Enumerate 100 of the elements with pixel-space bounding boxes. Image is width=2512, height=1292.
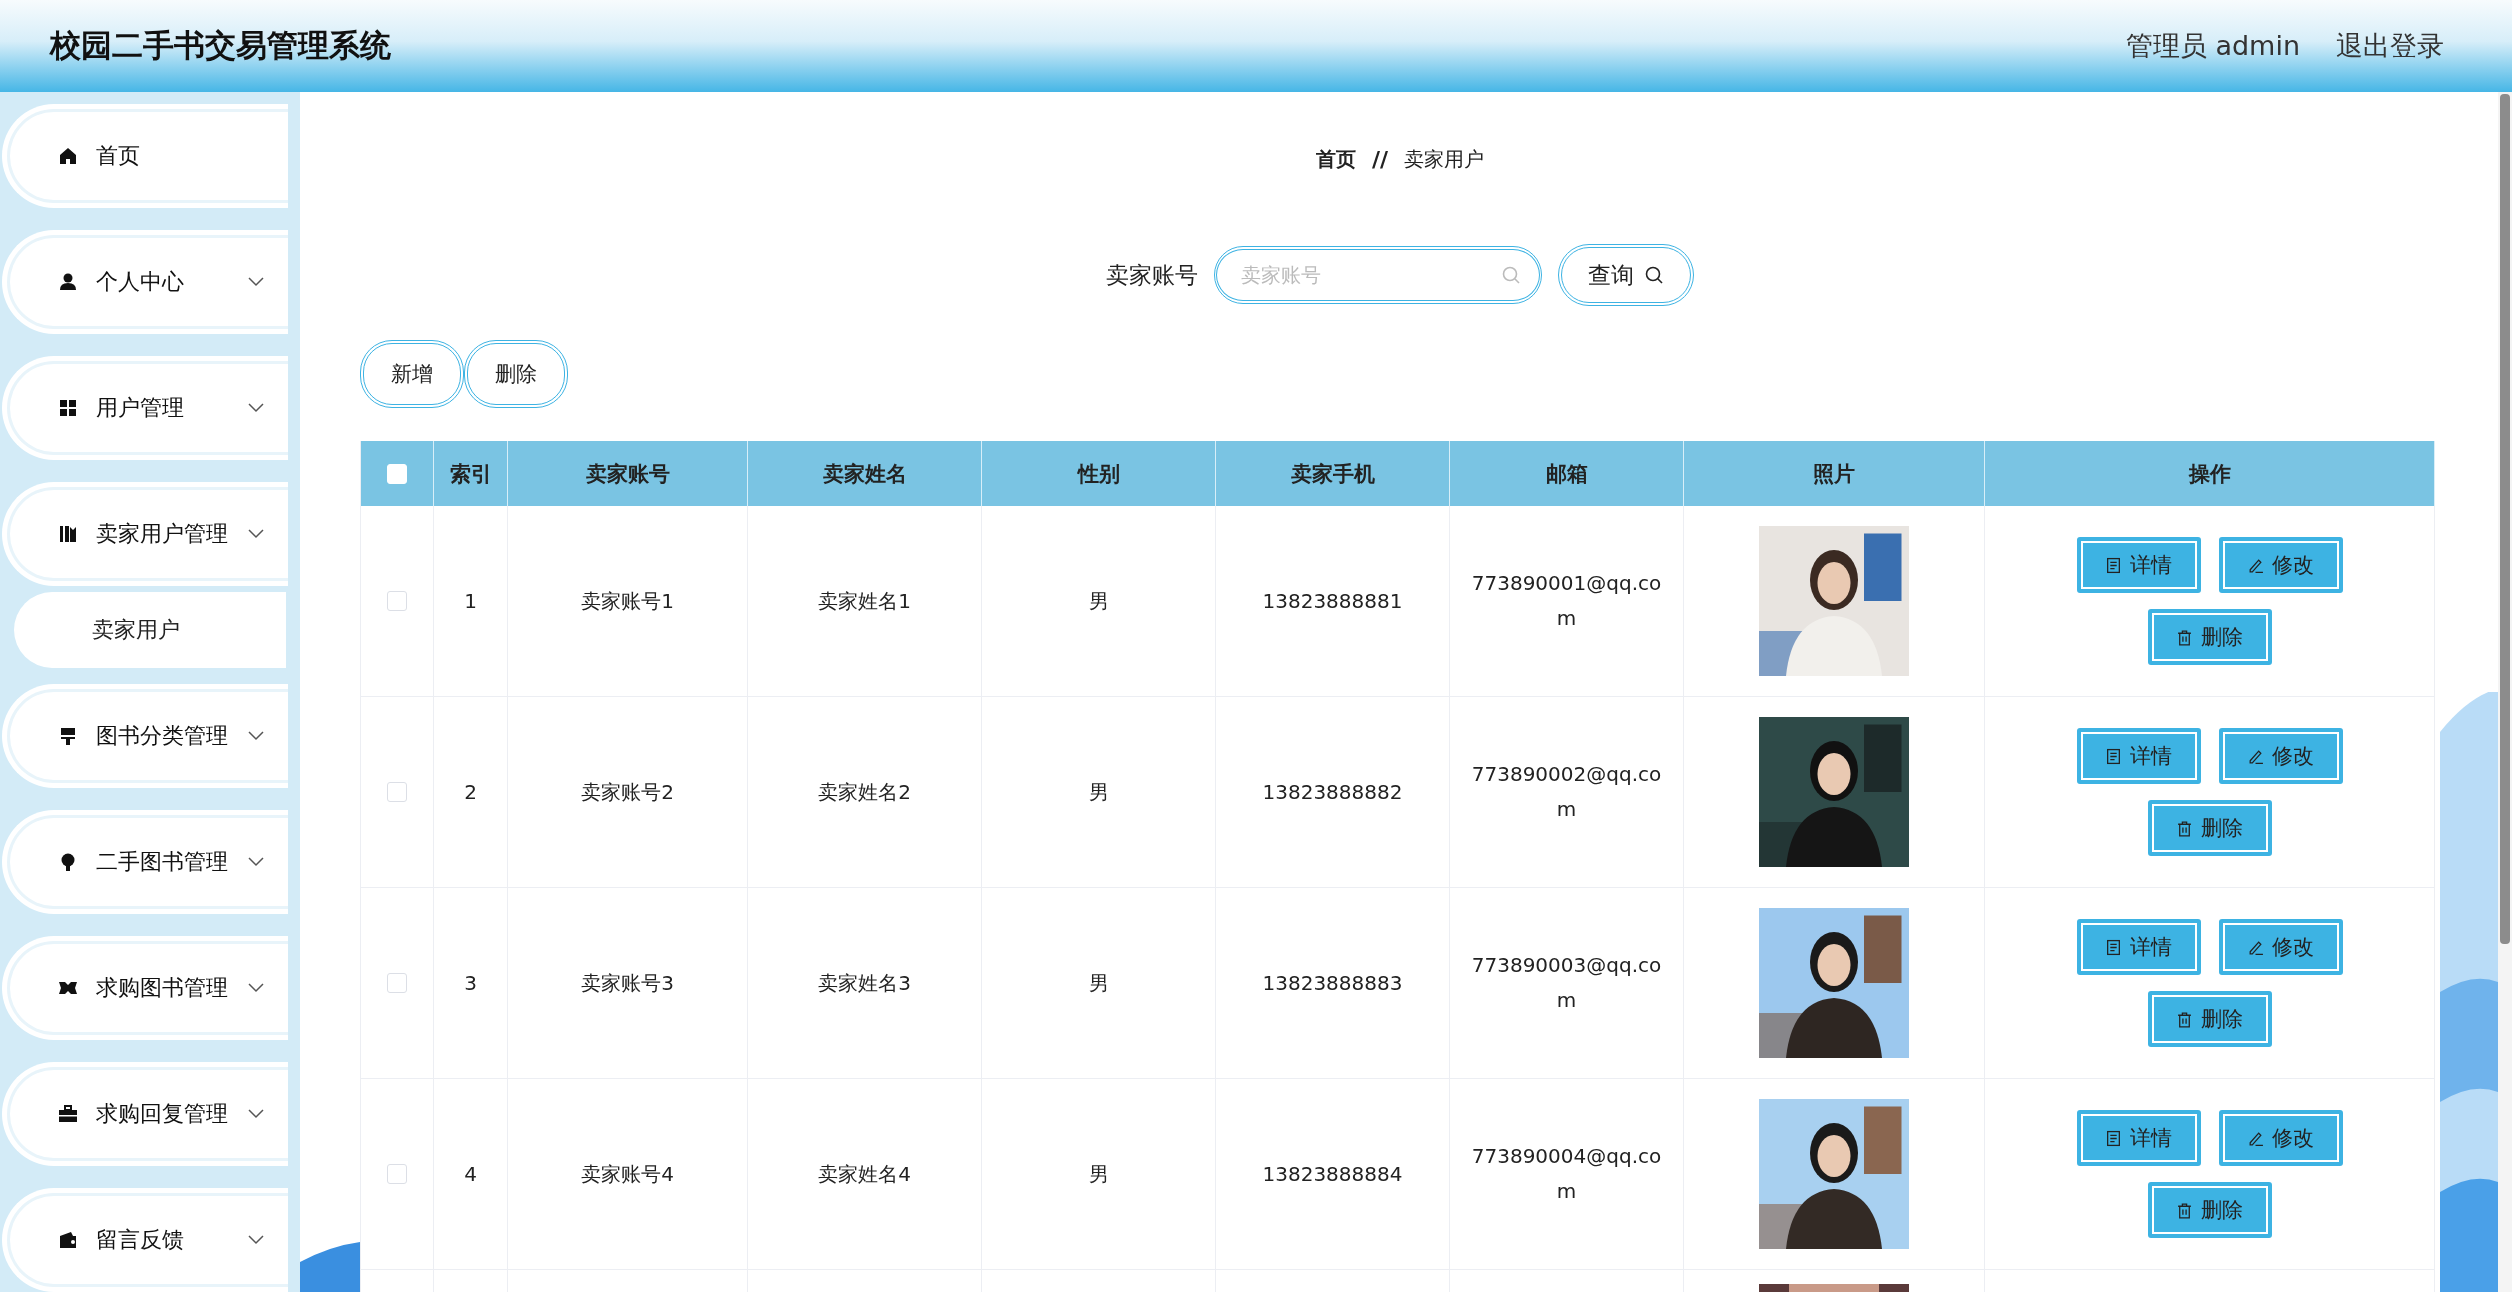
trash-icon [2176, 819, 2193, 837]
column-header: 卖家手机 [1216, 441, 1450, 506]
table-cell: 卖家账号1 [508, 506, 748, 696]
search-field[interactable]: 卖家账号 [1214, 246, 1542, 304]
detail-button[interactable]: 详情 [2076, 537, 2201, 593]
row-checkbox[interactable] [387, 973, 407, 993]
row-checkbox[interactable] [387, 1164, 407, 1184]
table-cell: 773890003@qq.com [1450, 888, 1684, 1078]
chevron-icon [248, 731, 264, 741]
query-button[interactable]: 查询 [1558, 244, 1694, 306]
detail-button[interactable]: 详情 [2076, 728, 2201, 784]
pencil-icon [2247, 938, 2264, 956]
delete-button[interactable]: 删除 [2147, 1182, 2272, 1238]
delete-button[interactable]: 删除 [2147, 800, 2272, 856]
pencil-icon [2247, 556, 2264, 574]
table-cell: 男 [982, 697, 1216, 887]
sidebar-item[interactable]: 求购回复管理 [10, 1070, 288, 1158]
breadcrumb-link[interactable]: 首页 [1315, 146, 1356, 173]
table-cell: 卖家姓名2 [748, 697, 982, 887]
column-header: 索引 [434, 441, 508, 506]
select-all-checkbox[interactable] [387, 463, 407, 484]
sidebar-item[interactable]: 卖家用户管理 [10, 490, 288, 578]
column-header: 性别 [982, 441, 1216, 506]
sidebar-item[interactable]: 个人中心 [10, 238, 288, 326]
trash-icon [2176, 1201, 2193, 1219]
sidebar-item[interactable]: 用户管理 [10, 364, 288, 452]
search-icon [1501, 265, 1521, 285]
scrollbar[interactable] [2498, 92, 2512, 1292]
chevron-icon [248, 1235, 264, 1245]
table-cell: 13823888881 [1216, 506, 1450, 696]
chevron-icon [248, 403, 264, 413]
edit-button[interactable]: 修改 [2218, 537, 2343, 593]
sidebar-item[interactable]: 首页 [10, 112, 288, 200]
delete-button[interactable]: 删除 [2147, 609, 2272, 665]
table-cell: 男 [982, 506, 1216, 696]
column-header: 卖家姓名 [748, 441, 982, 506]
trash-icon [2176, 1010, 2193, 1028]
books-icon [58, 524, 78, 544]
chevron-icon [248, 983, 264, 993]
user-label: 管理员 admin [2125, 29, 2300, 63]
table-cell: 773890002@qq.com [1450, 697, 1684, 887]
table-cell: 男 [982, 1079, 1216, 1269]
sidebar-item[interactable]: 求购图书管理 [10, 944, 288, 1032]
table-cell: 13823888882 [1216, 697, 1450, 887]
table-cell: 卖家姓名4 [748, 1079, 982, 1269]
column-header: 卖家账号 [508, 441, 748, 506]
column-header: 操作 [1985, 441, 2435, 506]
column-header: 邮箱 [1450, 441, 1684, 506]
document-icon [2105, 747, 2122, 765]
document-icon [2105, 1129, 2122, 1147]
brush-icon [58, 726, 78, 746]
table-cell: 卖家姓名1 [748, 506, 982, 696]
table-cell: 13823888883 [1216, 888, 1450, 1078]
table-cell: 卖家账号3 [508, 888, 748, 1078]
table-cell: 1 [434, 506, 508, 696]
add-button[interactable]: 新增 [360, 340, 464, 408]
table-cell: 卖家账号2 [508, 697, 748, 887]
grid-icon [58, 398, 78, 418]
logout-link[interactable]: 退出登录 [2336, 28, 2444, 64]
search-icon [1644, 265, 1664, 285]
pencil-icon [2247, 747, 2264, 765]
table-cell: 13823888884 [1216, 1079, 1450, 1269]
breadcrumb-link[interactable]: 卖家用户 [1404, 146, 1485, 173]
table-cell: 2 [434, 697, 508, 887]
document-icon [2105, 556, 2122, 574]
chevron-icon [248, 277, 264, 287]
chevron-icon [248, 1109, 264, 1119]
pencil-icon [2247, 1129, 2264, 1147]
sidebar-item[interactable]: 二手图书管理 [10, 818, 288, 906]
table-cell: 773890001@qq.com [1450, 506, 1684, 696]
app-title: 校园二手书交易管理系统 [50, 26, 391, 65]
trash-icon [2176, 628, 2193, 646]
chevron-icon [248, 857, 264, 867]
table-cell: 卖家姓名3 [748, 888, 982, 1078]
row-checkbox[interactable] [387, 591, 407, 611]
table-cell: 773890004@qq.com [1450, 1079, 1684, 1269]
detail-button[interactable]: 详情 [2076, 1110, 2201, 1166]
column-header: 照片 [1684, 441, 1985, 506]
table-cell: 3 [434, 888, 508, 1078]
table-cell: 男 [982, 888, 1216, 1078]
search-label: 卖家账号 [1106, 260, 1198, 290]
delete-button[interactable]: 删除 [464, 340, 568, 408]
edit-button[interactable]: 修改 [2218, 728, 2343, 784]
row-checkbox[interactable] [387, 782, 407, 802]
table-cell: 卖家账号4 [508, 1079, 748, 1269]
breadcrumb-separator: // [1371, 147, 1389, 172]
document-icon [2105, 938, 2122, 956]
sidebar-item[interactable]: 图书分类管理 [10, 692, 288, 780]
sidebar-subitem[interactable]: 卖家用户 [14, 592, 286, 668]
table-cell: 4 [434, 1079, 508, 1269]
sidebar-item[interactable]: 留言反馈 [10, 1196, 288, 1284]
wallet-icon [58, 1230, 78, 1250]
chevron-icon [248, 529, 264, 539]
detail-button[interactable]: 详情 [2076, 919, 2201, 975]
edit-button[interactable]: 修改 [2218, 919, 2343, 975]
user-icon [58, 272, 78, 292]
delete-button[interactable]: 删除 [2147, 991, 2272, 1047]
search-input[interactable]: 卖家账号 [1239, 262, 1501, 288]
edit-button[interactable]: 修改 [2218, 1110, 2343, 1166]
briefcase-icon [58, 1104, 78, 1124]
